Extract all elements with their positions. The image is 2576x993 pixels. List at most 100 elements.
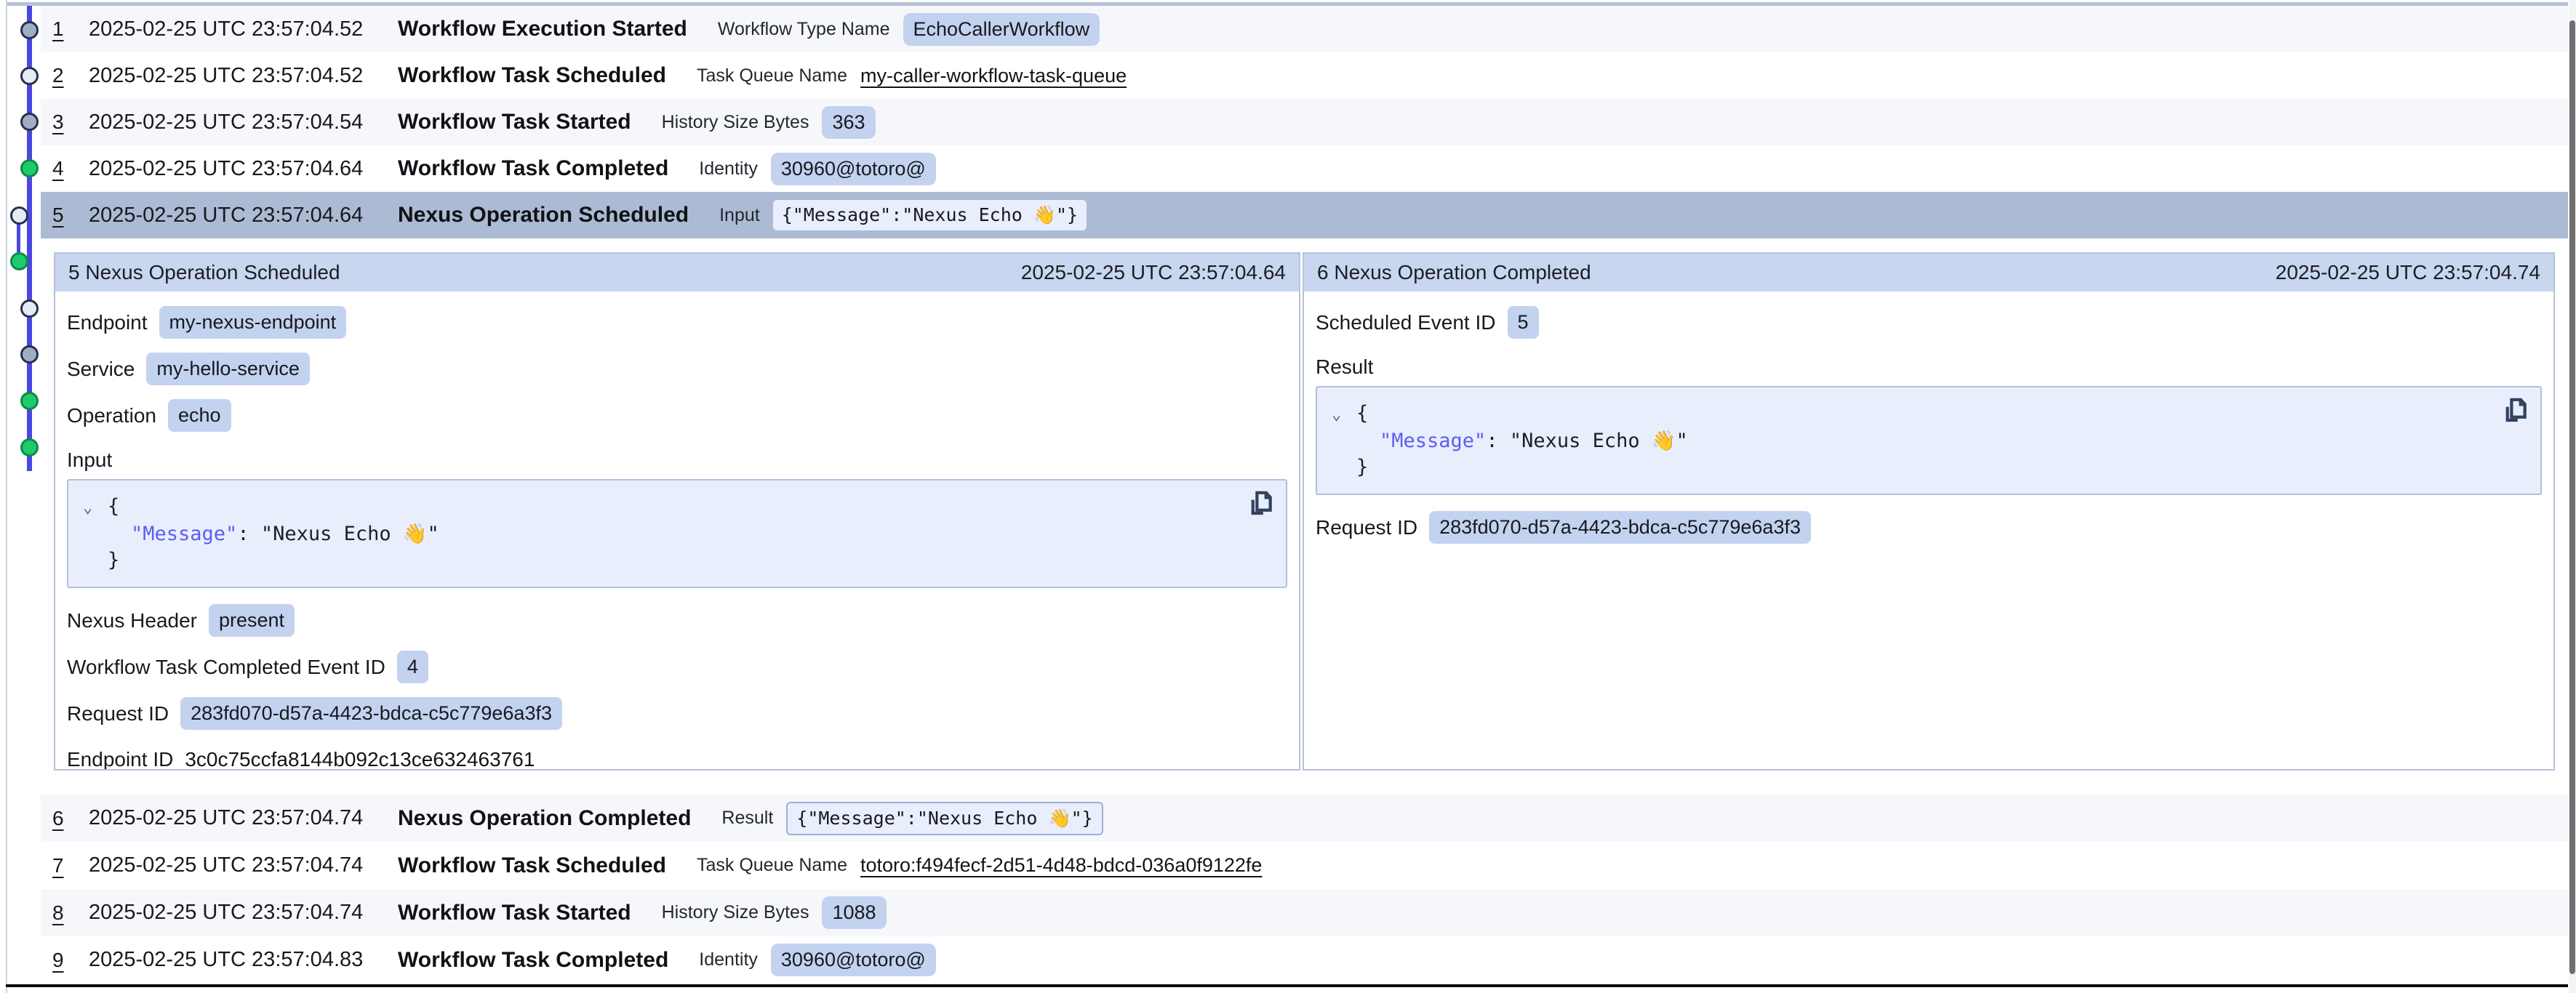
field-value-badge: echo (168, 399, 231, 432)
detail-panel-right: 6 Nexus Operation Completed2025-02-25 UT… (1303, 252, 2555, 771)
timeline-event-dot-10[interactable] (20, 438, 39, 457)
scrollbar-thumb[interactable] (2569, 20, 2575, 974)
event-id-link[interactable]: 5 (52, 204, 64, 226)
event-detail-panels: 5 Nexus Operation Scheduled2025-02-25 UT… (54, 252, 2555, 771)
json-line-entry: "Message": "Nexus Echo 👋" (1332, 428, 2523, 454)
json-open-brace: { (108, 495, 119, 518)
event-rows-top: 12025-02-25 UTC 23:57:04.52Workflow Exec… (41, 6, 2568, 238)
event-id: 9 (52, 949, 89, 972)
event-timestamp: 2025-02-25 UTC 23:57:04.64 (89, 204, 398, 228)
event-name: Nexus Operation Completed (398, 806, 691, 831)
field-endpoint-id: Endpoint ID3c0c75ccfa8144b092c13ce632463… (67, 744, 1287, 771)
timeline-event-dot-9[interactable] (20, 392, 39, 410)
chevron-down-icon[interactable]: ⌄ (1332, 402, 1356, 428)
panel-title: 6 Nexus Operation Completed (1317, 261, 1591, 284)
timeline-event-dot-3[interactable] (20, 113, 39, 131)
event-timestamp: 2025-02-25 UTC 23:57:04.54 (89, 110, 398, 134)
event-attr-label: History Size Bytes (662, 112, 809, 133)
copy-button[interactable] (2503, 398, 2529, 427)
event-attr-link[interactable]: totoro:f494fecf-2d51-4d48-bdcd-036a0f912… (860, 854, 1262, 877)
event-id-link[interactable]: 2 (52, 64, 64, 87)
json-value: "Nexus Echo 👋" (261, 523, 439, 545)
field-label: Result (1316, 355, 1373, 379)
json-separator: : (237, 523, 261, 545)
event-id: 6 (52, 807, 89, 830)
event-id-link[interactable]: 9 (52, 949, 64, 971)
field-service: Servicemy-hello-service (67, 353, 1287, 385)
field-scheduled-event-id: Scheduled Event ID5 (1316, 306, 2542, 339)
field-request-id: Request ID283fd070-d57a-4423-bdca-c5c779… (1316, 511, 2542, 544)
event-attr-link[interactable]: my-caller-workflow-task-queue (860, 65, 1127, 87)
event-row-3[interactable]: 3 2025-02-25 UTC 23:57:04.54Workflow Task… (41, 99, 2568, 145)
event-timestamp: 2025-02-25 UTC 23:57:04.52 (89, 17, 398, 41)
json-value: "Nexus Echo 👋" (1510, 430, 1688, 452)
event-name: Workflow Task Started (398, 110, 631, 134)
field-label: Service (67, 358, 135, 381)
timeline-event-dot-4[interactable] (20, 159, 39, 177)
event-attr-badge: 30960@totoro@ (771, 944, 936, 976)
json-separator: : (1486, 430, 1510, 452)
event-row-9[interactable]: 92025-02-25 UTC 23:57:04.83Workflow Task… (41, 936, 2568, 984)
event-attr-label: Identity (699, 949, 758, 970)
event-attr-label: Result (721, 808, 773, 829)
chevron-down-icon[interactable]: ⌄ (83, 495, 108, 521)
json-key: "Message" (1380, 430, 1486, 452)
event-row-1[interactable]: 12025-02-25 UTC 23:57:04.52Workflow Exec… (41, 6, 2568, 52)
field-value-badge: my-nexus-endpoint (159, 306, 347, 339)
timeline-event-dot-8[interactable] (20, 345, 39, 363)
copy-button[interactable] (1248, 491, 1274, 520)
event-timestamp: 2025-02-25 UTC 23:57:04.83 (89, 948, 398, 972)
field-label: Scheduled Event ID (1316, 311, 1496, 334)
event-row-6[interactable]: 6 2025-02-25 UTC 23:57:04.74Nexus Operati… (41, 795, 2568, 842)
event-id-link[interactable]: 1 (52, 17, 64, 40)
event-id-link[interactable]: 6 (52, 807, 64, 829)
event-attr-label: Task Queue Name (697, 855, 847, 876)
event-id: 8 (52, 901, 89, 925)
event-name: Workflow Task Scheduled (398, 63, 666, 88)
event-id-link[interactable]: 3 (52, 110, 64, 133)
field-request-id: Request ID283fd070-d57a-4423-bdca-c5c779… (67, 697, 1287, 730)
field-nexus-header: Nexus Headerpresent (67, 604, 1287, 637)
timeline-event-dot-2[interactable] (20, 67, 39, 85)
panel-body: Endpoint my-nexus-endpoint Servicemy-hello… (55, 292, 1299, 771)
event-id-link[interactable]: 8 (52, 901, 64, 924)
event-id-link[interactable]: 7 (52, 854, 64, 877)
event-attr-code-badge: {"Message":"Nexus Echo 👋"} (773, 200, 1087, 230)
event-attr-badge: 363 (822, 106, 875, 139)
event-name: Nexus Operation Scheduled (398, 203, 689, 228)
panel-body: Scheduled Event ID5Result⌄{"Message": "N… (1304, 292, 2553, 572)
field-value-badge: 4 (397, 651, 428, 683)
event-row-8[interactable]: 82025-02-25 UTC 23:57:04.74Workflow Task… (41, 889, 2568, 936)
copy-icon (2503, 398, 2528, 425)
field-label: Workflow Task Completed Event ID (67, 656, 385, 679)
timeline-event-dot-1[interactable] (20, 21, 39, 39)
event-id: 3 (52, 110, 89, 134)
field-input: Input (67, 446, 1287, 475)
event-attr-badge: EchoCallerWorkflow (903, 13, 1100, 46)
json-close-brace: } (1356, 456, 1368, 478)
event-timestamp: 2025-02-25 UTC 23:57:04.74 (89, 806, 398, 830)
event-attr-code-badge: {"Message":"Nexus Echo 👋"} (786, 802, 1103, 835)
timeline-event-dot-6[interactable] (10, 252, 28, 270)
field-label: Endpoint (67, 311, 148, 334)
field-operation: Operationecho (67, 399, 1287, 432)
field-label: Request ID (1316, 516, 1417, 539)
timeline-event-dot-7[interactable] (20, 299, 39, 318)
event-row-2[interactable]: 2 2025-02-25 UTC 23:57:04.52Workflow Task… (41, 52, 2568, 99)
event-id: 2 (52, 64, 89, 87)
field-value-badge: 283fd070-d57a-4423-bdca-c5c779e6a3f3 (180, 697, 562, 730)
event-attr-label: Workflow Type Name (718, 19, 890, 40)
event-row-5[interactable]: 5 2025-02-25 UTC 23:57:04.64Nexus Operati… (41, 192, 2568, 238)
timeline-event-dot-5[interactable] (10, 206, 28, 225)
event-id-link[interactable]: 4 (52, 157, 64, 180)
event-row-7[interactable]: 72025-02-25 UTC 23:57:04.74Workflow Task… (41, 842, 2568, 889)
event-row-4[interactable]: 42025-02-25 UTC 23:57:04.64Workflow Task… (41, 145, 2568, 192)
json-line-entry: "Message": "Nexus Echo 👋" (83, 521, 1268, 547)
event-timestamp: 2025-02-25 UTC 23:57:04.52 (89, 64, 398, 88)
event-rows-bottom: 6 2025-02-25 UTC 23:57:04.74Nexus Operati… (41, 795, 2568, 984)
bottom-divider (6, 984, 2568, 987)
json-code-block: ⌄{ "Message": "Nexus Echo 👋"} (67, 479, 1287, 588)
field-value-link[interactable]: 3c0c75ccfa8144b092c13ce632463761 (185, 748, 535, 771)
json-close-brace: } (108, 549, 119, 571)
field-result: Result (1316, 353, 2542, 382)
